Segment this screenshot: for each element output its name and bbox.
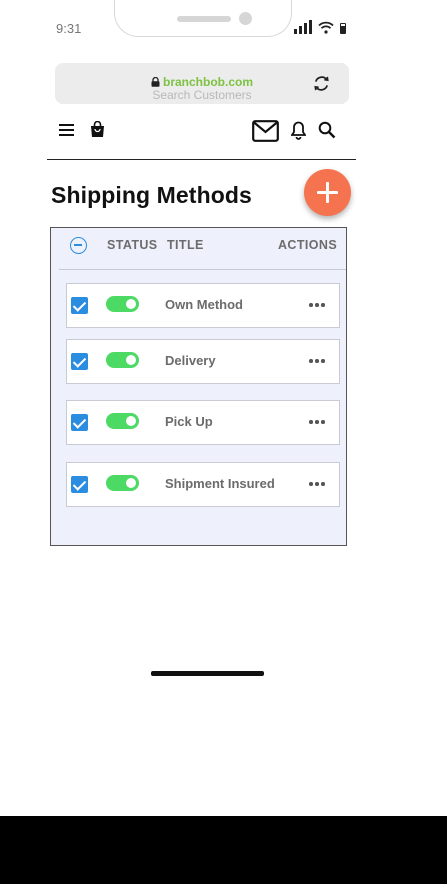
status-icons xyxy=(294,20,346,34)
method-title: Shipment Insured xyxy=(165,476,275,491)
row-checkbox[interactable] xyxy=(71,414,88,431)
header-actions: ACTIONS xyxy=(278,238,338,252)
phone-screen: 9:31 branchbob.com Search Customers Ship… xyxy=(0,0,447,884)
signal-icon xyxy=(294,20,312,34)
row-checkbox[interactable] xyxy=(71,476,88,493)
table-row[interactable]: Shipment Insured xyxy=(66,462,340,507)
lock-icon xyxy=(151,77,160,87)
status-toggle[interactable] xyxy=(106,296,139,312)
bottom-black-band xyxy=(0,816,447,884)
shipping-methods-table: STATUS TITLE ACTIONS Own Method Delivery… xyxy=(50,227,347,546)
reload-icon[interactable] xyxy=(312,74,331,93)
header-title: TITLE xyxy=(167,238,204,252)
more-icon[interactable] xyxy=(308,298,328,312)
notch xyxy=(114,0,292,37)
top-navigation xyxy=(47,115,356,160)
status-toggle[interactable] xyxy=(106,413,139,429)
add-shipping-method-button[interactable] xyxy=(304,169,351,216)
camera xyxy=(239,12,252,25)
mail-icon[interactable] xyxy=(252,120,279,142)
table-row[interactable]: Pick Up xyxy=(66,400,340,445)
url-domain: branchbob.com xyxy=(162,75,253,89)
row-checkbox[interactable] xyxy=(71,353,88,370)
more-icon[interactable] xyxy=(308,354,328,368)
more-icon[interactable] xyxy=(308,477,328,491)
method-title: Pick Up xyxy=(165,414,213,429)
shopping-bag-icon[interactable] xyxy=(90,121,105,138)
status-toggle[interactable] xyxy=(106,475,139,491)
search-icon[interactable] xyxy=(318,121,336,139)
browser-url-bar[interactable]: branchbob.com Search Customers xyxy=(55,63,349,104)
url-line: branchbob.com xyxy=(55,75,349,89)
search-customers-placeholder: Search Customers xyxy=(152,88,252,102)
table-header: STATUS TITLE ACTIONS xyxy=(59,228,346,270)
home-indicator[interactable] xyxy=(151,671,264,676)
method-title: Delivery xyxy=(165,353,216,368)
wifi-icon xyxy=(318,21,334,34)
method-title: Own Method xyxy=(165,297,243,312)
more-icon[interactable] xyxy=(308,415,328,429)
battery-icon xyxy=(340,23,346,34)
bell-icon[interactable] xyxy=(291,121,306,140)
table-row[interactable]: Delivery xyxy=(66,339,340,384)
header-status: STATUS xyxy=(107,238,158,252)
row-checkbox[interactable] xyxy=(71,297,88,314)
table-row[interactable]: Own Method xyxy=(66,283,340,328)
page-title: Shipping Methods xyxy=(51,182,252,208)
deselect-all-icon[interactable] xyxy=(70,237,87,254)
menu-icon[interactable] xyxy=(59,124,75,136)
status-time: 9:31 xyxy=(56,21,82,36)
speaker xyxy=(177,16,231,22)
status-toggle[interactable] xyxy=(106,352,139,368)
